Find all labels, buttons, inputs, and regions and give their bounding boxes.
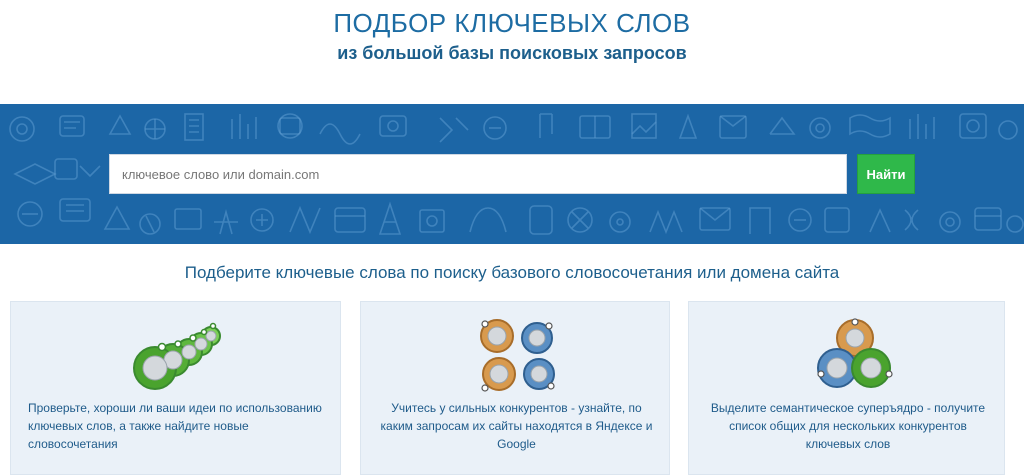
page-subtitle: из большой базы поисковых запросов bbox=[337, 43, 687, 63]
keyword-search-input[interactable] bbox=[109, 154, 847, 194]
feature-card-ideas: Проверьте, хороши ли ваши идеи по исполь… bbox=[10, 301, 341, 475]
feature-card-competitors: Учитесь у сильных конкурентов - узнайте,… bbox=[360, 301, 670, 475]
feature-card-text: Выделите семантическое суперъядро - полу… bbox=[710, 401, 986, 451]
page-title: ПОДБОР КЛЮЧЕВЫХ СЛОВ bbox=[333, 8, 691, 38]
feature-card-text: Учитесь у сильных конкурентов - узнайте,… bbox=[380, 401, 653, 451]
search-button[interactable]: Найти bbox=[857, 154, 915, 194]
green-tags-icon bbox=[133, 322, 221, 390]
feature-card-semantic-core: Выделите семантическое суперъядро - полу… bbox=[688, 301, 1005, 475]
blue-orange-tags-icon bbox=[480, 319, 555, 392]
section-heading: Подберите ключевые слова по поиску базов… bbox=[184, 263, 840, 282]
feature-card-text: Проверьте, хороши ли ваши идеи по исполь… bbox=[28, 401, 322, 451]
overlapping-tags-icon bbox=[817, 318, 893, 388]
